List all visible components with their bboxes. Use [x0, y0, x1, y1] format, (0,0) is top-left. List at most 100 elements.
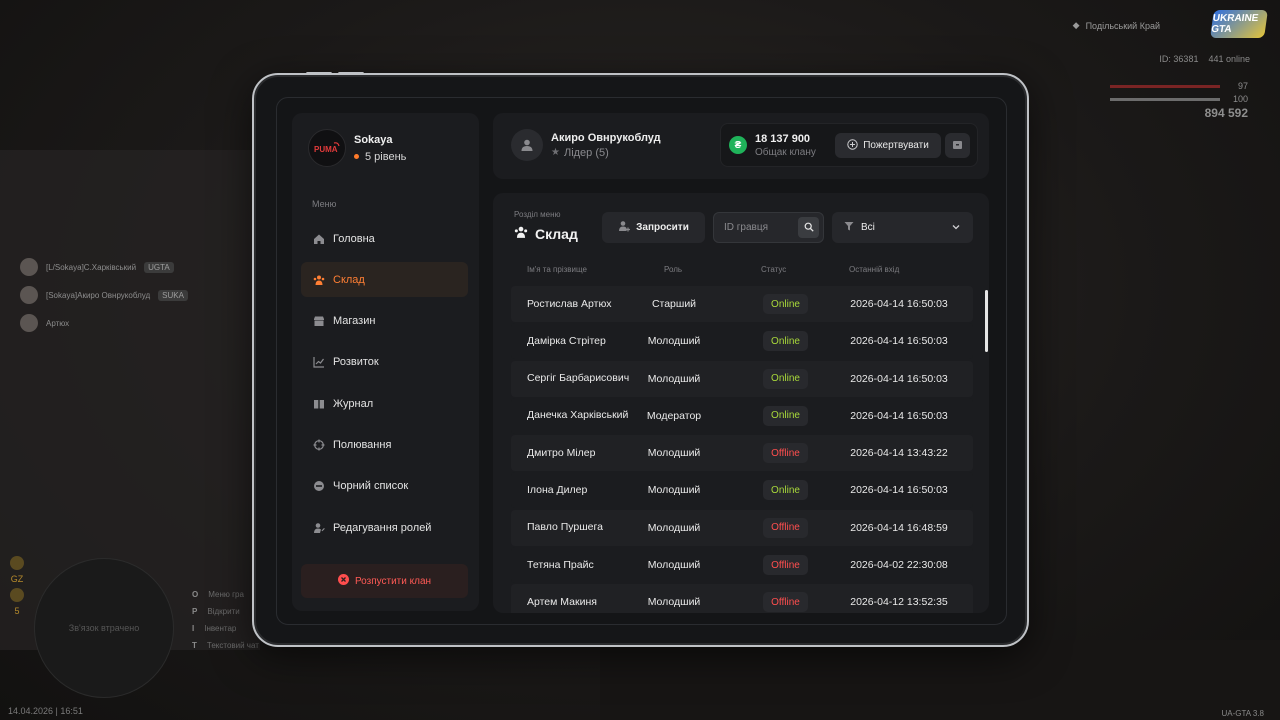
donate-button[interactable]: Пожертвувати [835, 133, 941, 158]
sidebar-item-label: Чорний список [333, 480, 409, 493]
menu-label: Меню [312, 199, 337, 209]
clan-name: Sokaya [354, 133, 393, 146]
table-row[interactable]: Ростислав Артюх Старший Online 2026-04-1… [511, 286, 973, 322]
status-icon [10, 588, 24, 602]
sidebar-item-label: Головна [333, 232, 375, 245]
status-count: 5 [14, 606, 20, 616]
health-bar [1110, 85, 1220, 88]
bank-amount: 18 137 900 [755, 133, 811, 145]
member-last-login: 2026-04-14 16:50:03 [850, 484, 948, 497]
clan-level: 5 рівень [354, 151, 406, 163]
search-input[interactable] [714, 213, 799, 242]
member-name: Сергіг Барбарисович [527, 372, 630, 385]
tablet-frame: PUMA Sokaya 5 рівень Меню Головна Склад … [252, 72, 1029, 647]
filter-value: Всі [861, 222, 875, 233]
member-name: Артем Макиня [527, 595, 597, 608]
player-id: ID: 36381 [1159, 54, 1199, 64]
member-last-login: 2026-04-14 16:48:59 [850, 521, 948, 534]
tablet-button [338, 72, 364, 75]
hryvnia-icon: ₴ [729, 136, 747, 154]
home-icon [313, 233, 325, 245]
sidebar-item-blacklist[interactable]: Чорний список [301, 469, 468, 504]
sidebar-item-edit-roles[interactable]: Редагування ролей [301, 510, 468, 545]
date-time: 14.04.2026 | 16:51 [8, 706, 83, 716]
sidebar: PUMA Sokaya 5 рівень Меню Головна Склад … [292, 113, 479, 611]
dissolve-clan-button[interactable]: Розпустити клан [301, 564, 468, 598]
column-header-status: Статус [761, 265, 787, 274]
member-role: Молодший [647, 559, 701, 572]
sidebar-item-warehouse[interactable]: Склад [301, 262, 468, 298]
shield-icon: ◆ [1072, 20, 1080, 30]
table-row[interactable]: Ілона Дилер Молодший Online 2026-04-14 1… [511, 472, 973, 509]
sidebar-item-label: Полювання [333, 438, 392, 451]
table-row[interactable]: Артем Макиня Молодший Offline 2026-04-12… [511, 584, 973, 613]
table-row[interactable]: Данечка Харківський Модератор Online 202… [511, 397, 973, 434]
search-button[interactable] [798, 217, 819, 238]
online-count: 441 online [1208, 54, 1250, 64]
key-hint: O Меню гра [192, 590, 244, 599]
money-display: 894 592 [1204, 106, 1248, 120]
member-role: Молодший [647, 484, 701, 497]
close-circle-icon [337, 574, 349, 588]
users-icon [514, 225, 528, 242]
sidebar-item-development[interactable]: Розвиток [301, 345, 468, 380]
block-icon [313, 480, 325, 492]
sidebar-item-label: Редагування ролей [333, 521, 432, 534]
leader-role-text: Лідер (5) [563, 146, 609, 159]
book-icon [313, 398, 325, 410]
column-header-last-login: Останній вхід [849, 265, 900, 274]
safe-icon [952, 137, 963, 155]
armor-bar [1110, 98, 1220, 101]
invite-button[interactable]: Запросити [602, 212, 705, 243]
member-name: Тетяна Прайс [527, 558, 594, 571]
members-panel: Розділ меню Склад Запросити Всі [493, 193, 989, 613]
invite-label: Запросити [636, 222, 689, 233]
sidebar-item-hunting[interactable]: Полювання [301, 427, 468, 462]
key-hint: T Текстовий чат [192, 641, 259, 650]
table-row[interactable]: Дамірка Стрітер Молодший Online 2026-04-… [511, 323, 973, 360]
avatar [20, 258, 38, 276]
table-row[interactable]: Сергіг Барбарисович Молодший Online 2026… [511, 360, 973, 397]
tablet-button [306, 72, 332, 75]
clan-level-text: 5 рівень [365, 150, 407, 163]
sidebar-item-journal[interactable]: Журнал [301, 386, 468, 421]
member-name: Ілона Дилер [527, 483, 588, 496]
users-icon [313, 274, 325, 286]
server-indicator: ◆ Подільський Край [1073, 20, 1160, 31]
clan-profile: PUMA Sokaya 5 рівень [308, 129, 406, 167]
status-badge: Online [763, 331, 808, 352]
page-title: Склад [514, 225, 578, 242]
section-label: Розділ меню [514, 210, 561, 219]
shop-icon [313, 315, 325, 327]
table-row[interactable]: Дмитро Мілер Молодший Offline 2026-04-14… [511, 435, 973, 472]
clan-bank: ₴ 18 137 900 Общак клану Пожертвувати [720, 123, 978, 167]
chevron-down-icon [951, 222, 961, 235]
table-row[interactable]: Тетяна Прайс Молодший Offline 2026-04-02… [511, 547, 973, 584]
sidebar-item-label: Журнал [333, 397, 374, 410]
members-table: Ростислав Артюх Старший Online 2026-04-1… [511, 286, 973, 613]
table-row[interactable]: Павло Пуршега Молодший Offline 2026-04-1… [511, 509, 973, 546]
leader-role: ★ Лідер (5) [551, 147, 661, 159]
member-last-login: 2026-04-14 16:50:03 [850, 409, 948, 422]
vault-button[interactable] [945, 133, 970, 158]
member-last-login: 2026-04-14 16:50:03 [850, 335, 948, 348]
game-logo: UKRAINE GTA [1210, 10, 1268, 38]
member-role: Молодший [647, 447, 701, 460]
member-role: Молодший [647, 596, 701, 609]
plus-circle-icon [847, 138, 858, 153]
chart-icon [313, 356, 325, 368]
crosshair-icon [313, 439, 325, 451]
health-value: 97 [1237, 81, 1248, 91]
member-last-login: 2026-04-14 13:43:22 [850, 447, 948, 460]
status-filter-dropdown[interactable]: Всі [832, 212, 973, 243]
sidebar-item-home[interactable]: Головна [301, 221, 468, 256]
member-last-login: 2026-04-12 13:52:35 [850, 596, 948, 609]
add-user-icon [618, 220, 631, 235]
star-icon: ★ [551, 147, 560, 158]
hud-stats: ID: 36381 441 online [1159, 54, 1250, 64]
sidebar-item-shop[interactable]: Магазин [301, 304, 468, 339]
server-name: Подільський Край [1085, 20, 1160, 31]
status-icon [10, 556, 24, 570]
member-role: Старший [651, 298, 697, 310]
scrollbar[interactable] [985, 290, 988, 352]
